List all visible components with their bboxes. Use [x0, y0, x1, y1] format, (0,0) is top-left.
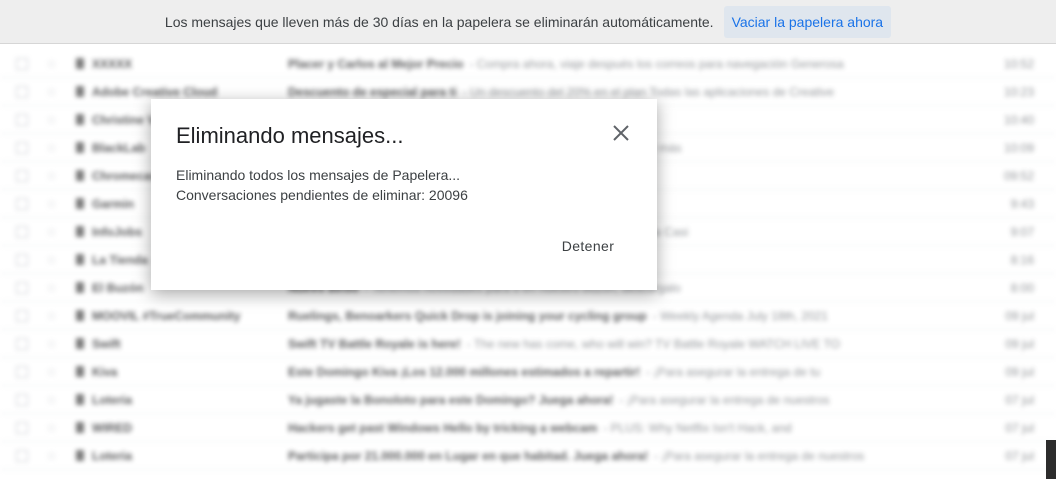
dialog-title: Eliminando mensajes... — [176, 123, 404, 148]
deleting-messages-dialog: Eliminando mensajes... Eliminando todos … — [151, 99, 657, 290]
close-icon[interactable] — [609, 121, 633, 145]
dialog-body: Eliminando todos los mensajes de Papeler… — [176, 165, 468, 205]
dialog-status-line: Eliminando todos los mensajes de Papeler… — [176, 167, 461, 183]
empty-trash-button[interactable]: Vaciar la papelera ahora — [723, 5, 892, 38]
stop-button[interactable]: Detener — [551, 233, 625, 259]
trash-banner-message: Los mensajes que lleven más de 30 días e… — [164, 13, 714, 30]
dialog-pending-count: Conversaciones pendientes de eliminar: 2… — [176, 187, 468, 203]
scrollbar[interactable] — [1046, 440, 1056, 479]
trash-banner: Los mensajes que lleven más de 30 días e… — [0, 0, 1056, 44]
